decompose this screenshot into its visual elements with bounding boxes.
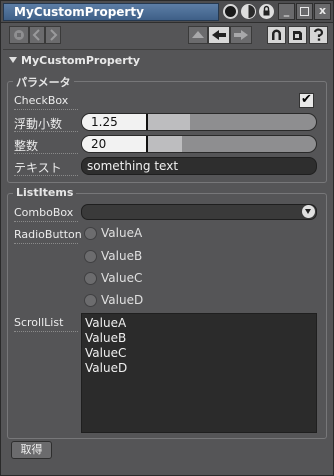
scrolllist-label: ScrollList <box>14 316 64 329</box>
list-item[interactable]: ValueC <box>82 346 316 361</box>
label-leader <box>14 174 78 176</box>
list-item[interactable]: ValueB <box>82 331 316 346</box>
radio-option-label[interactable]: ValueB <box>101 249 142 263</box>
chevron-right-icon <box>50 29 58 41</box>
scroll-list[interactable]: ValueA ValueB ValueC ValueD <box>81 313 317 433</box>
get-button[interactable]: 取得 <box>11 441 52 459</box>
radio-option-c[interactable] <box>84 272 97 285</box>
parameters-group-title: パラメータ <box>13 74 74 90</box>
int-value: 20 <box>91 137 107 151</box>
radio-option-a[interactable] <box>84 227 97 240</box>
radio-label: RadioButton <box>14 228 82 241</box>
settings-button[interactable] <box>288 26 307 44</box>
arrow-up-icon <box>192 31 204 38</box>
radio-option-b[interactable] <box>84 250 97 263</box>
minimize-button[interactable]: _ <box>278 3 295 20</box>
nav-forward-button[interactable] <box>45 26 61 44</box>
tool-wrench-button[interactable] <box>9 26 29 44</box>
arrow-left-icon <box>212 30 226 40</box>
collapse-triangle-icon[interactable] <box>9 57 17 63</box>
arrow-left-button[interactable] <box>208 26 230 44</box>
toolbar-divider <box>3 49 331 50</box>
toolbar <box>1 22 333 48</box>
radio-option-label[interactable]: ValueA <box>101 226 142 240</box>
chevron-left-icon <box>32 29 40 41</box>
list-item[interactable]: ValueA <box>82 316 316 331</box>
radio-option-d[interactable] <box>84 294 97 307</box>
chevron-down-icon[interactable] <box>302 205 315 218</box>
wrench-icon <box>14 30 24 40</box>
label-leader <box>14 130 78 132</box>
combo-box[interactable] <box>81 204 317 220</box>
label-leader <box>14 108 78 110</box>
float-field[interactable]: 1.25 <box>81 113 317 131</box>
restore-button[interactable] <box>296 3 313 20</box>
lock-icon[interactable] <box>259 4 274 19</box>
float-value: 1.25 <box>91 115 118 129</box>
listitems-group-title: ListItems <box>13 186 77 199</box>
float-slider-fill <box>148 114 190 130</box>
list-item[interactable]: ValueD <box>82 361 316 376</box>
property-window: MyCustomProperty _ x MyCustomProperty パラ… <box>0 0 334 476</box>
radio-option-label[interactable]: ValueC <box>101 271 142 285</box>
title-bar: MyCustomProperty _ x <box>1 1 333 23</box>
close-button[interactable]: x <box>314 3 331 20</box>
magnet-icon <box>272 29 281 40</box>
property-title: MyCustomProperty <box>21 54 141 67</box>
combo-label: ComboBox <box>14 206 74 219</box>
label-leader <box>14 242 78 244</box>
label-leader <box>14 152 78 154</box>
checkbox-input[interactable]: ✔ <box>299 93 314 108</box>
text-input[interactable]: something text <box>81 157 317 175</box>
nav-back-button[interactable] <box>29 26 45 44</box>
cube-icon <box>293 31 302 40</box>
arrow-up-button[interactable] <box>188 26 208 44</box>
radio-option-label[interactable]: ValueD <box>101 293 143 307</box>
checkbox-label: CheckBox <box>14 94 69 107</box>
magnet-button[interactable] <box>267 26 286 44</box>
help-icon[interactable] <box>241 4 256 19</box>
question-icon <box>313 28 324 41</box>
window-title-tab[interactable]: MyCustomProperty <box>3 3 219 21</box>
int-slider-fill <box>148 136 182 152</box>
label-leader <box>14 330 78 332</box>
panel-icon[interactable] <box>223 4 238 19</box>
help-button[interactable] <box>309 26 328 44</box>
property-header[interactable]: MyCustomProperty <box>9 54 140 67</box>
arrow-right-icon <box>234 30 248 40</box>
int-field[interactable]: 20 <box>81 135 317 153</box>
arrow-right-button[interactable] <box>230 26 252 44</box>
label-leader <box>14 220 78 222</box>
